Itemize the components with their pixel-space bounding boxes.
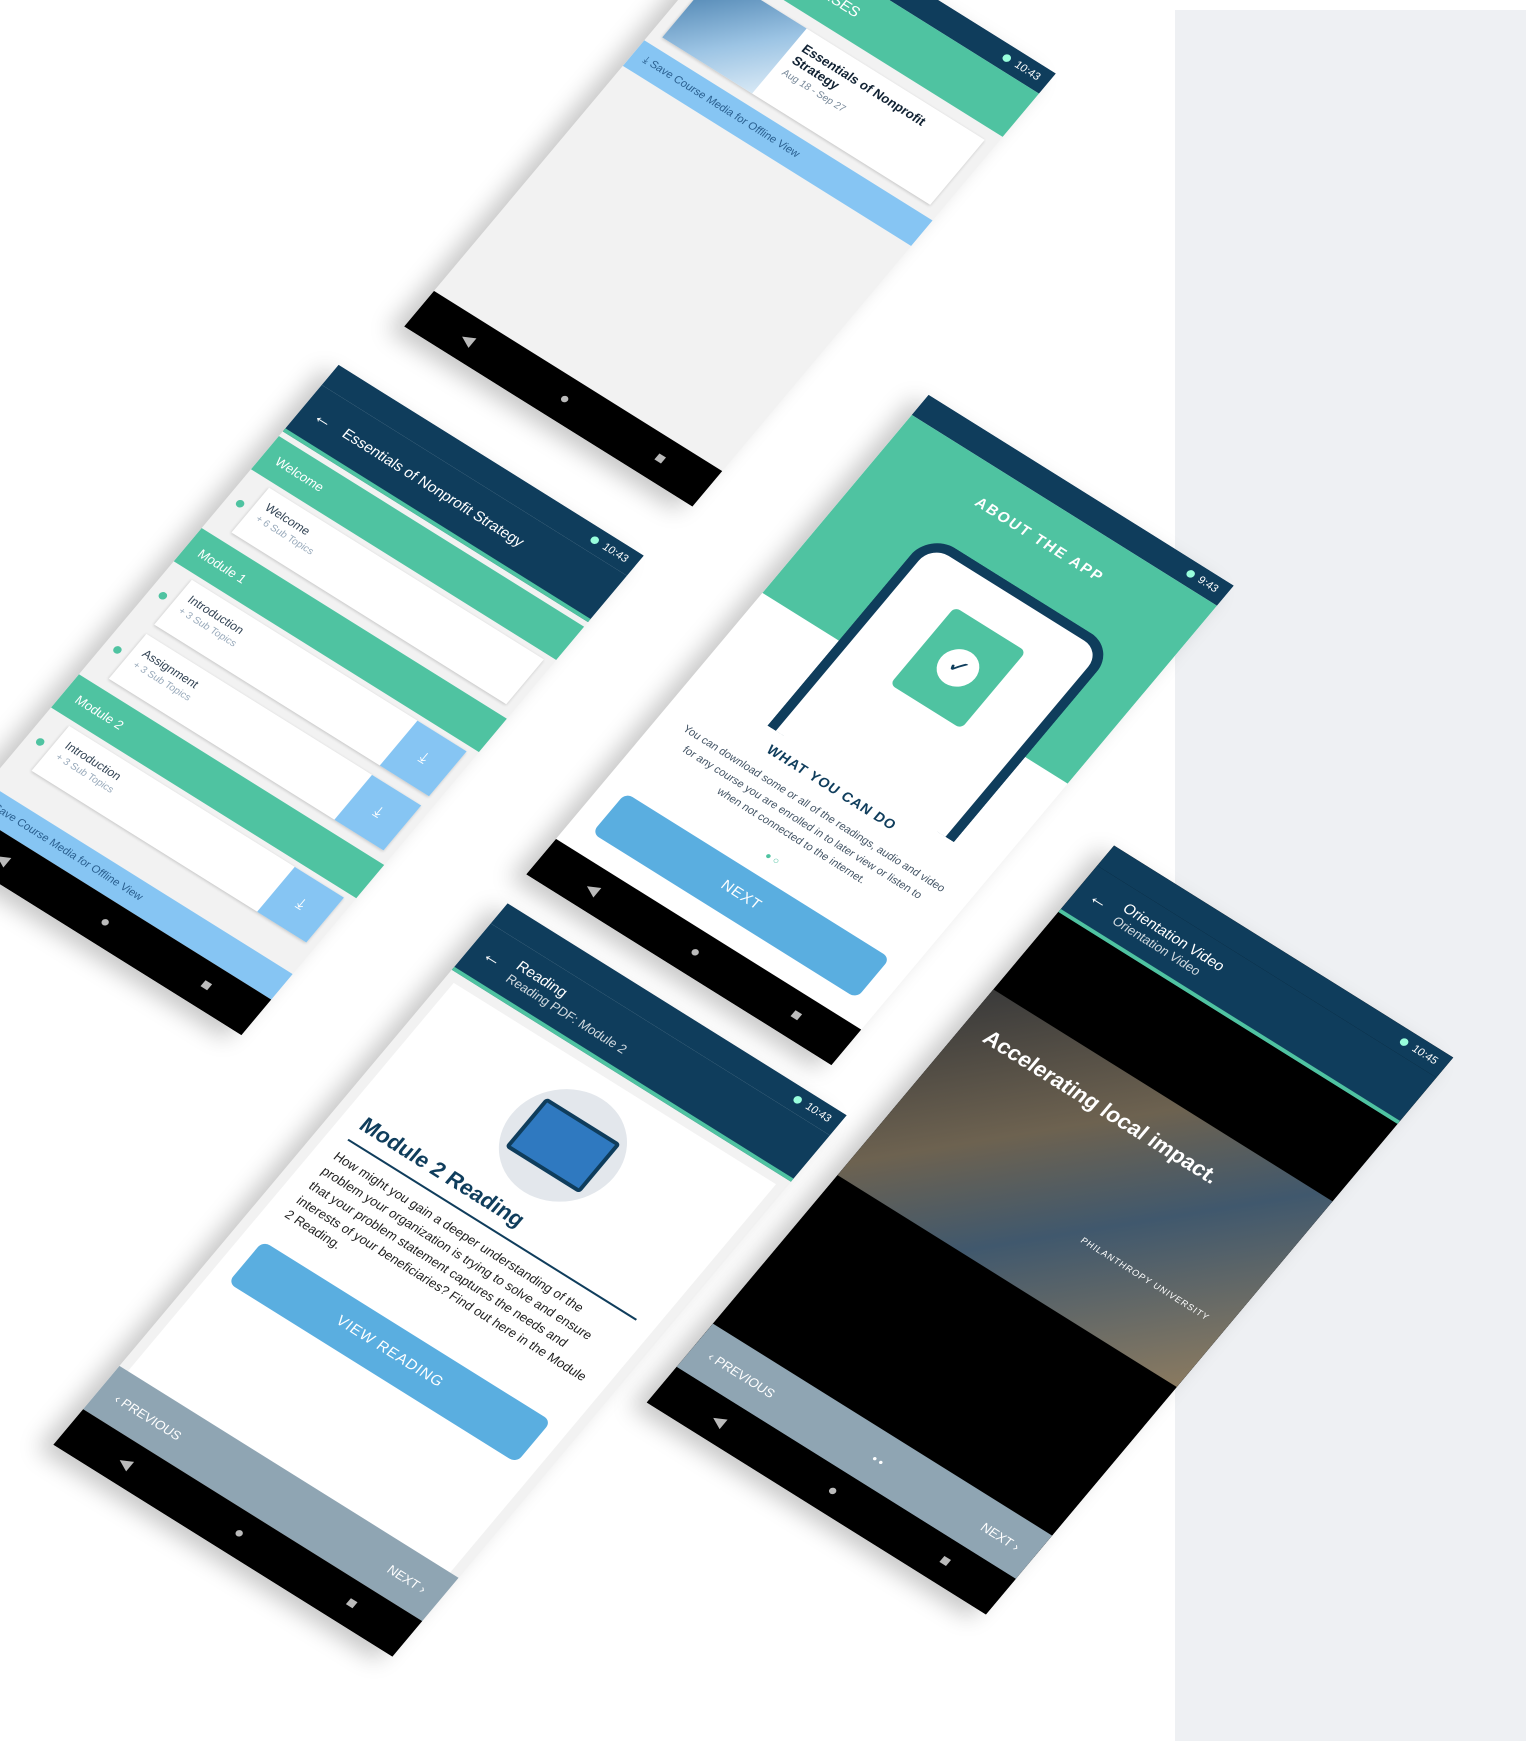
phone-reading: 10:43 ← Reading Reading PDF: Module 2 Mo…: [53, 903, 847, 1657]
back-arrow-icon[interactable]: ←: [477, 944, 509, 972]
progress-dot: [156, 590, 169, 602]
page-indicator: ● ●: [870, 1453, 887, 1467]
nav-recent-icon[interactable]: ■: [341, 1594, 361, 1613]
nav-home-icon[interactable]: ●: [229, 1524, 249, 1543]
nav-back-icon[interactable]: ◀: [0, 848, 14, 870]
nav-home-icon[interactable]: ●: [822, 1482, 842, 1501]
nav-home-icon[interactable]: ●: [554, 390, 574, 409]
nav-back-icon[interactable]: ◀: [456, 328, 479, 350]
open-book-icon: [504, 1097, 622, 1194]
progress-dot: [34, 736, 47, 748]
nav-back-icon[interactable]: ◀: [707, 1410, 730, 1432]
background-panel: [1175, 10, 1526, 1741]
nav-recent-icon[interactable]: ■: [196, 976, 216, 995]
nav-home-icon[interactable]: ●: [95, 913, 115, 932]
nav-recent-icon[interactable]: ■: [935, 1552, 954, 1571]
check-icon: ✓: [928, 641, 988, 694]
brand-logo: PHILANTHROPY UNIVERSITY: [1078, 1235, 1212, 1323]
nav-recent-icon[interactable]: ■: [786, 1006, 806, 1025]
book-illustration: ✓: [889, 606, 1027, 729]
nav-recent-icon[interactable]: ■: [650, 450, 669, 469]
back-arrow-icon[interactable]: ←: [308, 405, 340, 433]
nav-back-icon[interactable]: ◀: [581, 878, 604, 900]
next-button[interactable]: NEXT ›: [384, 1562, 430, 1596]
progress-dot: [111, 644, 124, 656]
back-arrow-icon[interactable]: ←: [1083, 886, 1115, 914]
nav-home-icon[interactable]: ●: [685, 943, 705, 962]
about-header: ABOUT THE APP ✓: [762, 414, 1217, 843]
progress-dot: [234, 498, 247, 509]
nav-back-icon[interactable]: ◀: [114, 1452, 137, 1474]
video-caption: Accelerating local impact.: [977, 1025, 1225, 1189]
next-button[interactable]: NEXT ›: [978, 1519, 1024, 1553]
